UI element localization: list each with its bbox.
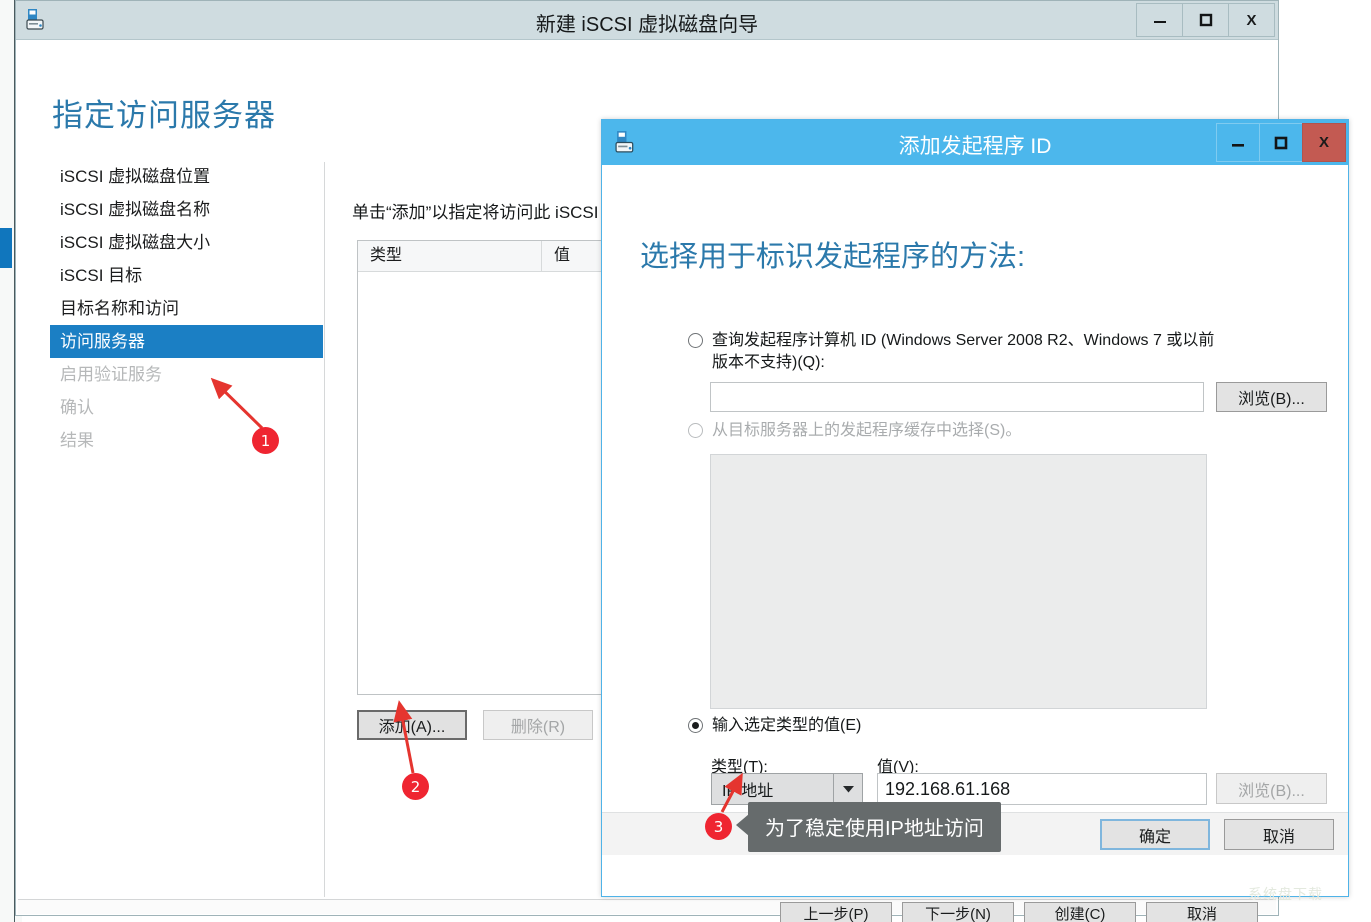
type-combobox-value: IP 地址: [722, 783, 774, 800]
wizard-title-text: 新建 iSCSI 虚拟磁盘向导: [535, 14, 759, 36]
dialog-body: 选择用于标识发起程序的方法: 查询发起程序计算机 ID (Windows Ser…: [602, 165, 1348, 855]
wizard-create-button[interactable]: 创建(C): [1024, 902, 1136, 922]
radio-query-initiator-label: 查询发起程序计算机 ID (Windows Server 2008 R2、Win…: [712, 332, 1215, 371]
radio-initiator-cache-icon: [688, 423, 703, 438]
wizard-maximize-button[interactable]: [1182, 3, 1229, 37]
query-initiator-browse-button[interactable]: 浏览(B)...: [1216, 382, 1327, 412]
radio-initiator-cache-label: 从目标服务器上的发起程序缓存中选择(S)。: [712, 422, 1022, 439]
annotation-marker-1: 1: [252, 427, 279, 454]
ok-button[interactable]: 确定: [1100, 819, 1210, 850]
sidebar-item-target-name-access[interactable]: 目标名称和访问: [35, 292, 323, 325]
wizard-step-sidebar: iSCSI 虚拟磁盘位置 iSCSI 虚拟磁盘名称 iSCSI 虚拟磁盘大小 i…: [35, 160, 323, 457]
value-input[interactable]: 192.168.61.168: [877, 773, 1207, 805]
sidebar-item-disk-size[interactable]: iSCSI 虚拟磁盘大小: [35, 226, 323, 259]
wizard-title-bar[interactable]: 新建 iSCSI 虚拟磁盘向导 X: [16, 1, 1278, 40]
dialog-minimize-button[interactable]: [1216, 123, 1260, 162]
sidebar-item-access-servers[interactable]: 访问服务器: [50, 325, 323, 358]
sidebar-item-disk-location[interactable]: iSCSI 虚拟磁盘位置: [35, 160, 323, 193]
annotation-tooltip: 为了稳定使用IP地址访问: [748, 802, 1001, 852]
dialog-title-bar[interactable]: 添加发起程序 ID X: [602, 120, 1348, 165]
wizard-footer: 上一步(P) 下一步(N) 创建(C) 取消: [18, 899, 1276, 922]
wizard-footer-buttons: 上一步(P) 下一步(N) 创建(C) 取消: [780, 902, 1258, 922]
radio-enter-value-label: 输入选定类型的值(E): [712, 717, 862, 734]
grid-action-buttons: 添加(A)... 删除(R): [357, 710, 593, 740]
cancel-button[interactable]: 取消: [1224, 819, 1334, 850]
radio-enter-value-icon[interactable]: [688, 718, 703, 733]
add-button[interactable]: 添加(A)...: [357, 710, 467, 740]
sidebar-item-confirmation: 确认: [60, 398, 94, 417]
sidebar-item-iscsi-target[interactable]: iSCSI 目标: [35, 259, 323, 292]
wizard-previous-button[interactable]: 上一步(P): [780, 902, 892, 922]
dialog-maximize-button[interactable]: [1259, 123, 1303, 162]
wizard-minimize-button[interactable]: [1136, 3, 1183, 37]
wizard-next-button[interactable]: 下一步(N): [902, 902, 1014, 922]
initiator-cache-listbox: [710, 454, 1207, 709]
remove-button: 删除(R): [483, 710, 593, 740]
wizard-close-button[interactable]: X: [1228, 3, 1275, 37]
desktop-taskbar-marker: [0, 228, 12, 268]
grid-column-type[interactable]: 类型: [358, 241, 542, 271]
sidebar-item-results: 结果: [60, 431, 94, 450]
query-initiator-input[interactable]: [710, 382, 1204, 412]
type-combobox[interactable]: IP 地址: [711, 773, 863, 805]
dialog-heading: 选择用于标识发起程序的方法:: [640, 241, 1026, 273]
add-initiator-id-dialog: 添加发起程序 ID X 选择用于标识发起程序的方法: 查询发起程序计算机 ID …: [601, 119, 1349, 897]
wizard-window-controls: X: [1136, 3, 1275, 37]
sidebar-item-disk-name[interactable]: iSCSI 虚拟磁盘名称: [35, 193, 323, 226]
watermark: 系统盘下载: [1248, 886, 1323, 902]
dialog-footer-buttons: 确定 取消: [1100, 819, 1334, 850]
annotation-marker-3: 3: [705, 813, 732, 840]
screenshot-root: 新建 iSCSI 虚拟磁盘向导 X 指定访问服务器 iSCSI 虚拟磁盘位置 i…: [0, 0, 1371, 922]
dialog-close-button[interactable]: X: [1302, 123, 1346, 162]
radio-option-query-initiator[interactable]: 查询发起程序计算机 ID (Windows Server 2008 R2、Win…: [688, 330, 1228, 374]
page-title: 指定访问服务器: [52, 98, 276, 133]
radio-option-initiator-cache: 从目标服务器上的发起程序缓存中选择(S)。: [688, 420, 1248, 442]
dialog-window-controls: X: [1216, 123, 1346, 162]
sidebar-item-enable-authentication: 启用验证服务: [60, 365, 162, 384]
chevron-down-icon[interactable]: [833, 774, 862, 804]
radio-option-enter-value[interactable]: 输入选定类型的值(E): [688, 715, 1188, 737]
radio-query-initiator-icon[interactable]: [688, 333, 703, 348]
sidebar-divider: [324, 162, 325, 897]
annotation-marker-2: 2: [402, 773, 429, 800]
wizard-cancel-button[interactable]: 取消: [1146, 902, 1258, 922]
access-servers-intro-text: 单击“添加”以指定将访问此 iSCSI: [352, 203, 599, 222]
value-browse-button: 浏览(B)...: [1216, 773, 1327, 804]
